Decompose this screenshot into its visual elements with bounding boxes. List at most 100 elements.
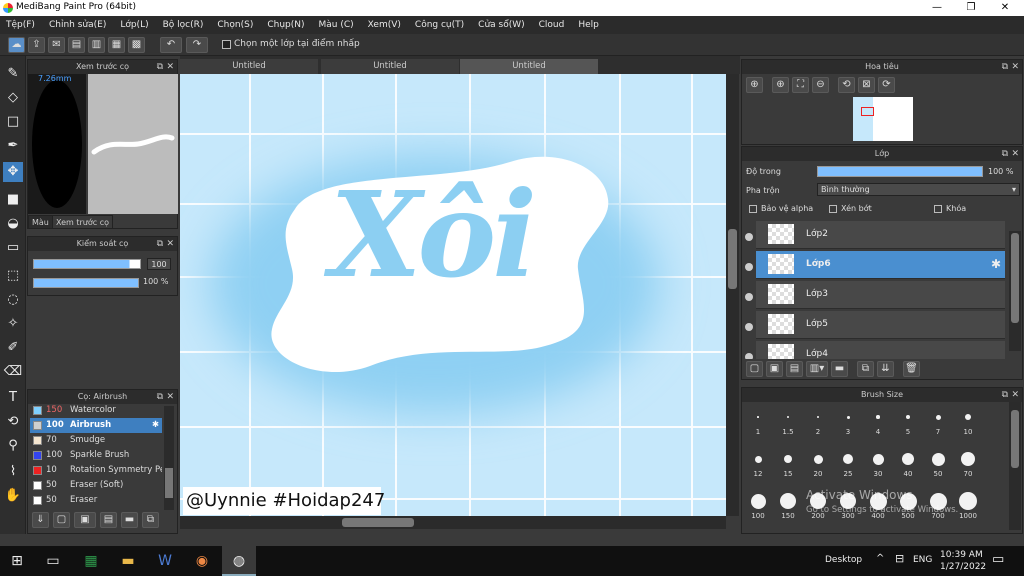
zoom-icon[interactable]: ⊕ (772, 77, 789, 93)
brush-settings-button[interactable]: ▤ (100, 512, 117, 528)
task-view-icon[interactable]: ▭ (40, 550, 66, 572)
brush-settings-icon[interactable]: ✱ (152, 418, 159, 433)
dropper-tool-icon[interactable]: ⌇ (3, 462, 23, 482)
tab-brush-preview[interactable]: Xem trước cọ (52, 215, 114, 229)
menu-tools[interactable]: Công cụ(T) (415, 20, 464, 30)
operation-tool-icon[interactable]: ⟲ (3, 412, 23, 432)
brush-size-option[interactable]: 20 (804, 448, 832, 478)
word-icon[interactable]: W (152, 550, 178, 572)
menu-edit[interactable]: Chỉnh sửa(E) (49, 20, 106, 30)
brush-size-option[interactable]: 2 (804, 406, 832, 436)
hand-tool-icon[interactable]: ✋ (3, 486, 23, 506)
clock-date[interactable]: 1/27/2022 (940, 562, 986, 572)
add-brush-icon[interactable]: ▣ (74, 512, 96, 528)
brush-tool-icon[interactable]: ✎ (3, 64, 23, 84)
visibility-eye-icon[interactable] (745, 233, 753, 241)
menu-window[interactable]: Cửa sổ(W) (478, 20, 524, 30)
brush-size-option[interactable]: 40 (894, 448, 922, 478)
menu-cloud[interactable]: Cloud (539, 20, 565, 30)
close-window-button[interactable]: ✕ (988, 0, 1022, 16)
menu-select[interactable]: Chọn(S) (217, 20, 253, 30)
select-eraser-icon[interactable]: ⌫ (3, 362, 23, 382)
layer-settings-icon[interactable]: ✱ (991, 257, 1001, 271)
fit-view-icon[interactable]: ⛶ (792, 77, 809, 93)
lock-checkbox[interactable] (934, 205, 942, 213)
close-panel-icon[interactable]: ✕ (166, 237, 174, 251)
brush-list-scrollbar[interactable] (164, 406, 174, 510)
visibility-eye-icon[interactable] (745, 353, 753, 359)
brush-size-option[interactable]: 1.5 (774, 406, 802, 436)
grid-icon[interactable]: ▩ (128, 37, 145, 53)
brush-size-option[interactable]: 7 (924, 406, 952, 436)
brush-size-option[interactable]: 5 (894, 406, 922, 436)
chevron-up-icon[interactable]: ^ (876, 553, 884, 564)
redo-button[interactable]: ↷ (186, 37, 208, 53)
undo-button[interactable]: ↶ (160, 37, 182, 53)
lasso-tool-icon[interactable]: ◌ (3, 290, 23, 310)
brush-size-option[interactable]: 50 (924, 448, 952, 478)
brush-size-option[interactable]: 15 (774, 448, 802, 478)
brush-size-option[interactable]: 3 (834, 406, 862, 436)
close-panel-icon[interactable]: ✕ (1011, 147, 1019, 161)
brush-item[interactable]: 150 Watercolor (30, 403, 162, 418)
layer-row[interactable]: Lớp2 (756, 221, 1005, 249)
undock-icon[interactable]: ⧉ (1002, 60, 1008, 74)
language-label[interactable]: ENG (913, 555, 932, 565)
menu-layer[interactable]: Lớp(L) (120, 20, 148, 30)
text-tool-icon[interactable]: T (3, 388, 23, 408)
layer-folder-icon[interactable]: ▬ (831, 361, 848, 377)
layer-row[interactable]: Lớp5 (756, 311, 1005, 339)
protect-alpha-checkbox[interactable] (749, 205, 757, 213)
visibility-eye-icon[interactable] (745, 263, 753, 271)
layer-row[interactable]: Lớp3 (756, 281, 1005, 309)
canvas-horizontal-scrollbar[interactable] (180, 516, 726, 529)
panel-toggle-icon[interactable]: ▤ (68, 37, 85, 53)
brush-item[interactable]: 100 Sparkle Brush (30, 448, 162, 463)
tab-document-2[interactable]: Untitled (321, 59, 459, 74)
add-layer-menu-icon[interactable]: ▥▾ (806, 361, 828, 377)
undock-icon[interactable]: ⧉ (1002, 147, 1008, 161)
comment-icon[interactable]: ✉ (48, 37, 65, 53)
document-icon[interactable]: ▥ (88, 37, 105, 53)
brush-size-option[interactable]: 150 (774, 490, 802, 520)
navigator-thumbnail[interactable] (853, 97, 913, 141)
layer-opacity-slider[interactable] (817, 166, 983, 177)
maximize-button[interactable]: ❐ (954, 0, 988, 16)
pen-tool-icon[interactable]: ✒ (3, 136, 23, 156)
zoom-in-icon[interactable]: ⊕ (746, 77, 763, 93)
brush-folder-icon[interactable]: ▬ (121, 512, 138, 528)
close-panel-icon[interactable]: ✕ (166, 60, 174, 74)
new-halftone-layer-icon[interactable]: ▣ (766, 361, 783, 377)
eyedropper-icon[interactable]: ⚲ (3, 436, 23, 456)
duplicate-brush-icon[interactable]: ⧉ (142, 512, 159, 528)
merge-down-icon[interactable]: ⇊ (877, 361, 894, 377)
notification-icon[interactable]: ▭ (992, 552, 1004, 567)
medibang-taskbar-icon[interactable]: ◍ (222, 546, 256, 576)
visibility-eye-icon[interactable] (745, 323, 753, 331)
clock-time[interactable]: 10:39 AM (940, 550, 983, 560)
tab-document-1[interactable]: Untitled (180, 59, 318, 74)
rectangle-tool-icon[interactable]: □ (3, 112, 23, 132)
undock-icon[interactable]: ⧉ (157, 390, 163, 404)
brush-item[interactable]: 50 Eraser (30, 493, 162, 508)
close-panel-icon[interactable]: ✕ (1011, 388, 1019, 402)
layer-row-selected[interactable]: Lớp6 ✱ (756, 251, 1005, 279)
brush-opacity-slider[interactable] (33, 278, 139, 288)
brush-size-scrollbar[interactable] (1009, 402, 1021, 530)
menu-snap[interactable]: Chụp(N) (267, 20, 304, 30)
canvas-vertical-scrollbar[interactable] (726, 74, 739, 516)
brush-size-option[interactable]: 10 (954, 406, 982, 436)
download-brush-icon[interactable]: ⇓ (32, 512, 49, 528)
menu-view[interactable]: Xem(V) (368, 20, 401, 30)
brush-size-value[interactable]: 100 (147, 258, 171, 270)
menu-help[interactable]: Help (578, 20, 599, 30)
tab-document-3[interactable]: Untitled (460, 59, 598, 74)
undock-icon[interactable]: ⧉ (1002, 388, 1008, 402)
rotate-left-icon[interactable]: ⟲ (838, 77, 855, 93)
brush-item-selected[interactable]: 100 Airbrush ✱ (30, 418, 162, 433)
duplicate-layer-icon[interactable]: ⧉ (857, 361, 874, 377)
drawing-canvas[interactable]: Xôi (180, 74, 726, 516)
blend-mode-select[interactable]: Bình thường ▾ (817, 183, 1020, 196)
file-explorer-icon[interactable]: ▬ (115, 550, 141, 572)
gradient-tool-icon[interactable]: ▭ (3, 238, 23, 258)
